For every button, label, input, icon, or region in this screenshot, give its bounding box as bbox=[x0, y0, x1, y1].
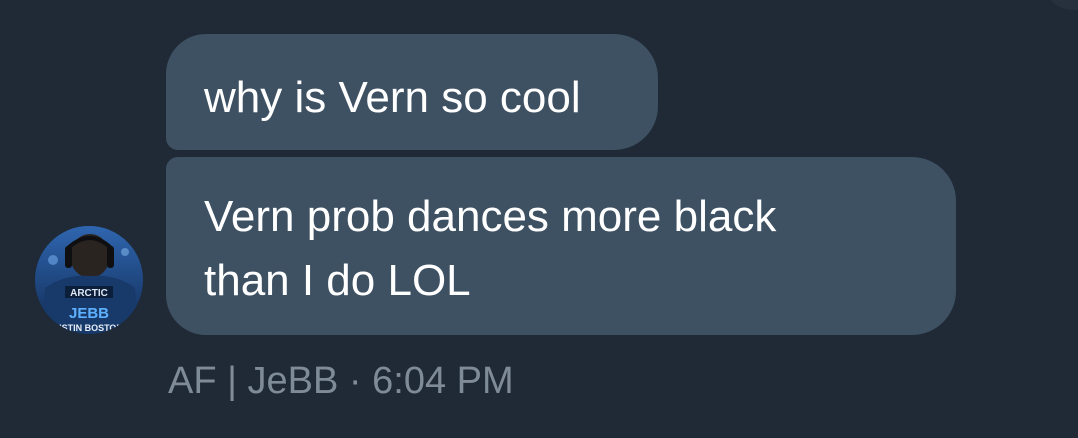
message-time: 6:04 PM bbox=[372, 360, 514, 402]
message-text-line: than I do LOL bbox=[204, 256, 471, 305]
chat-screen: why is Vern so cool Vern prob dances mor… bbox=[0, 0, 1078, 438]
avatar-image: ARCTIC JEBB USTIN BOSTON bbox=[35, 226, 143, 334]
message-text-line: Vern prob dances more black bbox=[204, 192, 777, 241]
meta-separator: · bbox=[338, 360, 373, 402]
avatar[interactable]: ARCTIC JEBB USTIN BOSTON bbox=[35, 226, 143, 334]
jersey-name: JEBB bbox=[69, 305, 109, 322]
jersey-team: USTIN BOSTON bbox=[55, 323, 123, 333]
message-bubble[interactable]: why is Vern so cool bbox=[166, 34, 658, 150]
jersey-brand: ARCTIC bbox=[70, 288, 108, 299]
corner-shape bbox=[1048, 0, 1078, 10]
message-text: why is Vern so cool bbox=[204, 73, 581, 122]
message-bubble[interactable]: Vern prob dances more black than I do LO… bbox=[166, 157, 956, 335]
message-meta: AF | JeBB · 6:04 PM bbox=[168, 357, 514, 405]
sender-name[interactable]: AF | JeBB bbox=[168, 360, 338, 402]
